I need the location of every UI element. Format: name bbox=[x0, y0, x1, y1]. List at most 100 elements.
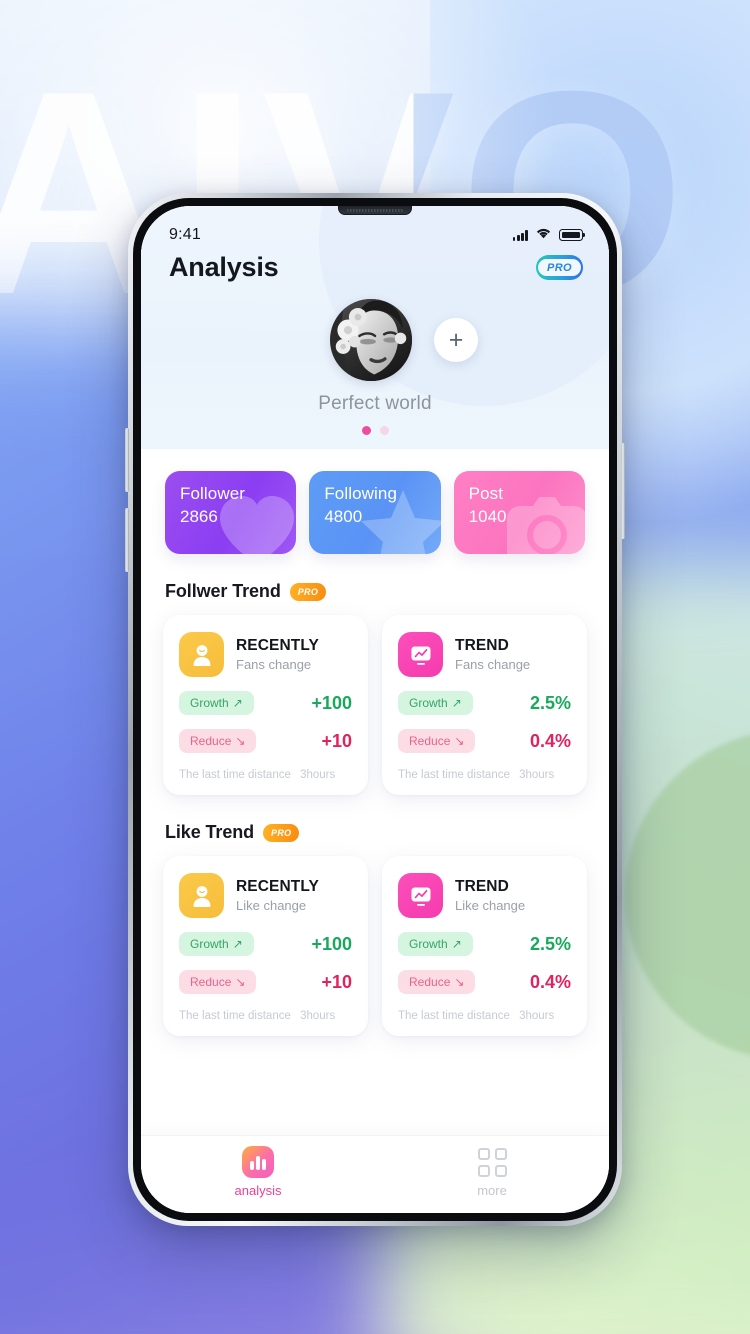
growth-value: 2.5% bbox=[529, 933, 571, 954]
card-title-block: RECENTLY Fans change bbox=[236, 637, 319, 672]
card-subtitle: Like change bbox=[236, 898, 307, 913]
avatar-row: + bbox=[272, 299, 478, 381]
tab-analysis[interactable]: analysis bbox=[141, 1146, 375, 1198]
section-pro-badge[interactable]: PRO bbox=[263, 823, 300, 842]
reduce-label: Reduce bbox=[190, 975, 232, 989]
metric-reduce: Reduce ↘ 0.4% bbox=[398, 970, 571, 994]
stat-label: Post bbox=[468, 484, 504, 503]
reduce-value: +10 bbox=[321, 730, 352, 751]
card-title: TREND bbox=[455, 637, 509, 654]
status-bar-icons bbox=[512, 226, 586, 244]
analysis-app: 9:41 Analysis PRO + Perfect world Follow… bbox=[141, 206, 609, 1213]
section-pro-badge[interactable]: PRO bbox=[289, 582, 327, 601]
page-title: Analysis bbox=[169, 252, 279, 282]
status-bar-time: 9:41 bbox=[169, 226, 201, 243]
card-recently-fans[interactable]: RECENTLY Fans change Growth ↗ +100 Reduc… bbox=[163, 615, 368, 795]
card-header: TREND Like change bbox=[398, 873, 571, 918]
person-icon bbox=[179, 873, 224, 918]
card-trend-fans[interactable]: TREND Fans change Growth ↗ 2.5% Reduce ↘… bbox=[382, 615, 587, 795]
add-account-button[interactable]: + bbox=[434, 318, 478, 362]
footer-value: 3hours bbox=[519, 769, 555, 781]
card-trend-likes[interactable]: TREND Like change Growth ↗ 2.5% Reduce ↘… bbox=[382, 856, 587, 1036]
person-icon bbox=[179, 632, 224, 677]
footer-value: 3hours bbox=[300, 1010, 336, 1022]
bar-chart-icon bbox=[242, 1146, 274, 1178]
stat-card-post[interactable]: Post 1040 bbox=[453, 471, 585, 554]
growth-label: Growth bbox=[409, 696, 448, 710]
reduce-label: Reduce bbox=[190, 734, 232, 748]
carousel-dot-1[interactable] bbox=[361, 426, 371, 435]
metric-growth: Growth ↗ 2.5% bbox=[398, 932, 571, 956]
growth-value: +100 bbox=[311, 692, 352, 713]
tab-more[interactable]: more bbox=[375, 1146, 609, 1198]
footer-value: 3hours bbox=[519, 1010, 555, 1022]
reduce-tag: Reduce ↘ bbox=[179, 970, 257, 994]
metric-reduce: Reduce ↘ +10 bbox=[179, 729, 352, 753]
volume-down-button[interactable] bbox=[125, 508, 129, 572]
main-content: Follower 2866 Following 4800 Post 1040 F… bbox=[141, 449, 609, 1135]
card-title: RECENTLY bbox=[236, 637, 319, 654]
battery-icon bbox=[559, 229, 586, 241]
card-footer: The last time distance 3hours bbox=[398, 769, 571, 781]
arrow-down-icon: ↘ bbox=[235, 734, 246, 748]
status-bar: 9:41 bbox=[141, 218, 609, 246]
tab-label: more bbox=[477, 1183, 507, 1198]
growth-tag: Growth ↗ bbox=[179, 691, 254, 715]
stat-card-follower[interactable]: Follower 2866 bbox=[165, 471, 297, 554]
section-header-like-trend: Like Trend PRO bbox=[141, 795, 609, 843]
card-footer: The last time distance 3hours bbox=[398, 1010, 571, 1022]
volume-up-button[interactable] bbox=[125, 428, 129, 492]
wallpaper-scene: AIVO AIVO 9:41 bbox=[0, 0, 750, 1334]
stat-value: 2866 bbox=[180, 507, 218, 526]
stat-label: Follower bbox=[180, 484, 246, 503]
metric-growth: Growth ↗ +100 bbox=[179, 932, 352, 956]
pro-badge-button[interactable]: PRO bbox=[536, 255, 583, 280]
reduce-tag: Reduce ↘ bbox=[398, 970, 476, 994]
power-button[interactable] bbox=[621, 443, 625, 539]
avatar[interactable] bbox=[330, 299, 412, 381]
reduce-value: 0.4% bbox=[529, 971, 571, 992]
phone-screen: 9:41 Analysis PRO + Perfect world Follow… bbox=[141, 206, 609, 1213]
phone-bezel: 9:41 Analysis PRO + Perfect world Follow… bbox=[133, 198, 617, 1221]
reduce-label: Reduce bbox=[409, 734, 451, 748]
card-subtitle: Like change bbox=[455, 898, 526, 913]
plus-icon: + bbox=[448, 325, 464, 354]
reduce-tag: Reduce ↘ bbox=[179, 729, 257, 753]
card-recently-likes[interactable]: RECENTLY Like change Growth ↗ +100 Reduc… bbox=[163, 856, 368, 1036]
user-avatar-image bbox=[330, 299, 412, 381]
card-title: TREND bbox=[455, 878, 509, 895]
wifi-icon bbox=[535, 226, 552, 244]
card-header: RECENTLY Like change bbox=[179, 873, 352, 918]
arrow-up-icon: ↗ bbox=[232, 937, 243, 951]
arrow-down-icon: ↘ bbox=[454, 975, 465, 989]
carousel-dots[interactable] bbox=[361, 426, 389, 435]
grid-icon bbox=[476, 1146, 508, 1178]
metric-reduce: Reduce ↘ +10 bbox=[179, 970, 352, 994]
stat-card-following[interactable]: Following 4800 bbox=[309, 471, 441, 554]
reduce-value: 0.4% bbox=[529, 730, 571, 751]
footer-label: The last time distance bbox=[179, 1010, 291, 1022]
cellular-signal-icon bbox=[512, 229, 528, 241]
card-footer: The last time distance 3hours bbox=[179, 1010, 352, 1022]
reduce-tag: Reduce ↘ bbox=[398, 729, 476, 753]
arrow-up-icon: ↗ bbox=[232, 696, 243, 710]
stat-value: 4800 bbox=[324, 507, 363, 526]
arrow-up-icon: ↗ bbox=[451, 696, 462, 710]
growth-label: Growth bbox=[190, 937, 229, 951]
metric-reduce: Reduce ↘ 0.4% bbox=[398, 729, 571, 753]
card-title-block: RECENTLY Like change bbox=[236, 878, 319, 913]
growth-value: 2.5% bbox=[529, 692, 571, 713]
metric-growth: Growth ↗ 2.5% bbox=[398, 691, 571, 715]
footer-label: The last time distance bbox=[179, 769, 291, 781]
stats-row: Follower 2866 Following 4800 Post 1040 bbox=[141, 449, 609, 554]
carousel-dot-2[interactable] bbox=[379, 426, 389, 435]
profile-block: + Perfect world bbox=[141, 283, 609, 449]
card-title: RECENTLY bbox=[236, 878, 319, 895]
tab-label: analysis bbox=[234, 1183, 282, 1198]
section-header-follower-trend: Follwer Trend PRO bbox=[141, 554, 609, 602]
arrow-down-icon: ↘ bbox=[235, 975, 246, 989]
growth-value: +100 bbox=[311, 933, 352, 954]
card-title-block: TREND Fans change bbox=[455, 637, 530, 672]
header-area: 9:41 Analysis PRO + Perfect world bbox=[141, 206, 609, 449]
profile-name: Perfect world bbox=[318, 393, 432, 414]
